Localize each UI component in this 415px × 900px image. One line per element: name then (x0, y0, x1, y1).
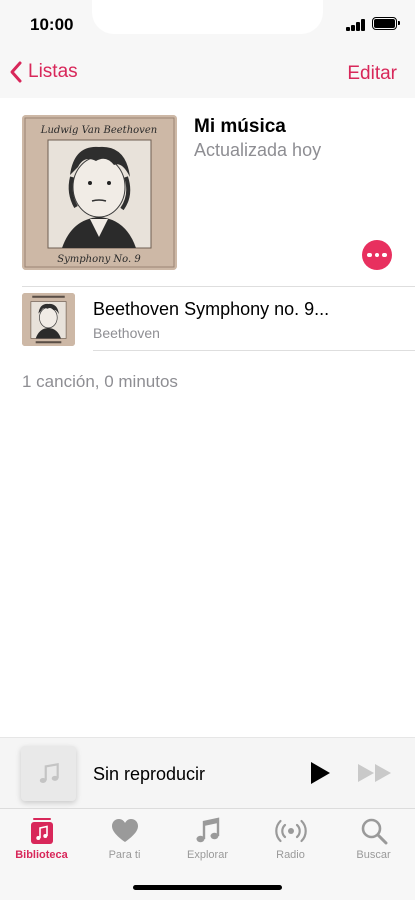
tab-label: Biblioteca (15, 849, 68, 861)
song-artwork (22, 293, 75, 346)
play-icon[interactable] (308, 760, 332, 786)
tab-para-ti[interactable]: Para ti (83, 815, 166, 861)
song-title: Beethoven Symphony no. 9... (93, 299, 330, 319)
status-bar: 10:00 (0, 0, 415, 50)
tab-radio[interactable]: Radio (249, 815, 332, 861)
playlist-artwork: Ludwig Van Beethoven Symphony No. 9 (22, 115, 177, 270)
ellipsis-icon (367, 252, 372, 258)
tab-label: Radio (276, 849, 305, 861)
music-note-icon (196, 817, 219, 843)
search-icon (361, 818, 387, 845)
edit-button[interactable]: Editar (347, 63, 397, 85)
chevron-left-icon (10, 61, 22, 83)
device-notch (92, 0, 323, 34)
mini-player-artwork (21, 746, 76, 801)
fast-forward-icon[interactable] (356, 762, 394, 784)
music-note-icon (39, 762, 59, 783)
status-time: 10:00 (30, 15, 74, 34)
playlist-title: Mi música (194, 116, 286, 137)
more-options-button[interactable] (362, 240, 392, 270)
song-row[interactable]: Beethoven Symphony no. 9... Beethoven (0, 287, 415, 351)
divider (93, 350, 415, 351)
playlist-subtitle: Actualizada hoy (194, 140, 322, 160)
battery-icon (372, 17, 400, 30)
back-button-label: Listas (28, 61, 78, 82)
tab-label: Buscar (356, 849, 391, 861)
tab-label: Para ti (108, 849, 141, 861)
heart-icon (111, 819, 138, 842)
library-icon (30, 818, 53, 844)
artwork-top-text: Ludwig Van Beethoven (40, 125, 157, 136)
playlist-summary: 1 canción, 0 minutos (22, 372, 178, 391)
back-button[interactable]: Listas (8, 60, 78, 84)
artwork-bottom-text: Symphony No. 9 (57, 254, 141, 265)
tab-explorar[interactable]: Explorar (166, 815, 249, 861)
cellular-signal-icon (346, 19, 366, 31)
home-indicator[interactable] (133, 885, 282, 890)
tab-label: Explorar (187, 849, 228, 861)
song-artist: Beethoven (93, 325, 160, 341)
mini-player[interactable]: Sin reproducir (0, 737, 415, 808)
tab-buscar[interactable]: Buscar (332, 815, 415, 861)
tab-biblioteca[interactable]: Biblioteca (0, 815, 83, 861)
navigation-bar: Listas Editar (0, 50, 415, 98)
radio-icon (274, 819, 307, 843)
mini-player-title: Sin reproducir (93, 764, 206, 784)
